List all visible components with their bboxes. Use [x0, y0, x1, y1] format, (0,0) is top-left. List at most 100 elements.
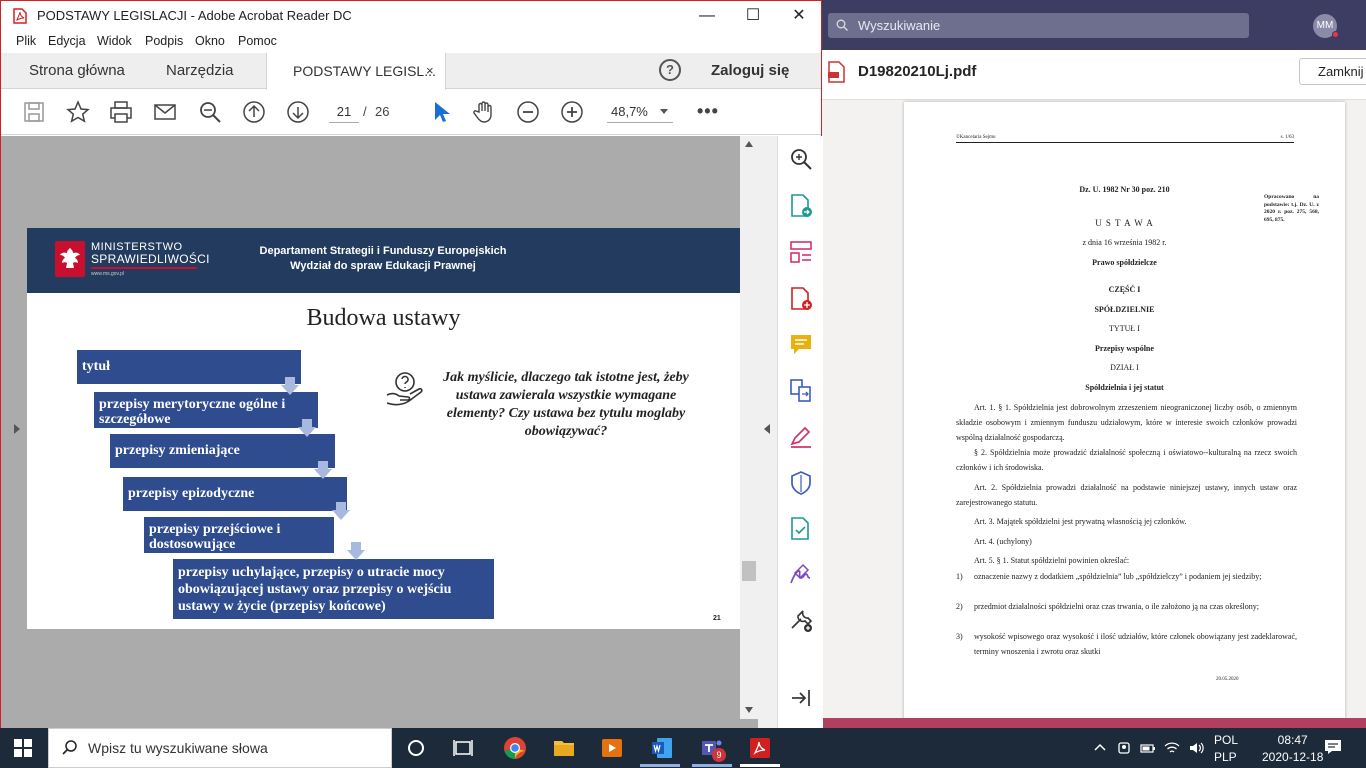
- print-icon[interactable]: [109, 100, 133, 124]
- select-cursor-icon[interactable]: [429, 100, 453, 124]
- tab-tools[interactable]: Narzędzia: [166, 53, 234, 89]
- pdf-art5: Art. 5. § 1. Statut spółdzielni powinien…: [974, 556, 1130, 565]
- menu-edycja[interactable]: Edycja: [48, 34, 86, 48]
- search-icon: [836, 19, 848, 31]
- windows-start-icon[interactable]: [14, 739, 32, 757]
- pdf-dzial-name: Spółdzielnia i jej statut: [1085, 383, 1164, 392]
- tab-home[interactable]: Strona główna: [29, 53, 125, 89]
- teams-window: Wyszukiwanie MM D19820210Lj.pdf Zamknij …: [822, 0, 1366, 728]
- pdf-ustawa: U S T A W A: [1095, 218, 1154, 228]
- zoom-out-icon[interactable]: [516, 100, 540, 124]
- pdf-item-1: oznaczenie nazwy z dodatkiem „spółdzieln…: [974, 572, 1262, 581]
- teams-search-input[interactable]: Wyszukiwanie: [828, 13, 1249, 38]
- pdf-header-right: s. 1/63: [1280, 135, 1294, 140]
- page-separator: /: [363, 104, 367, 119]
- help-icon[interactable]: ?: [659, 59, 681, 81]
- structure-box-3: przepisy zmieniające: [110, 434, 335, 468]
- task-view-icon[interactable]: [451, 736, 475, 760]
- send-for-review-icon[interactable]: [788, 516, 814, 542]
- page-number-input[interactable]: 21: [329, 101, 359, 123]
- dept-line2: Wydział do spraw Edukacji Prawnej: [290, 260, 476, 272]
- pdf-item-3: wysokość wpisowego oraz wysokość i ilość…: [974, 632, 1297, 656]
- department-text: Departament Strategii i Funduszy Europej…: [233, 244, 533, 274]
- close-file-button[interactable]: Zamknij: [1299, 58, 1366, 85]
- ministry-url: www.ms.gov.pl: [91, 271, 124, 277]
- pdf-part-name: SPÓŁDZIELNIE: [1094, 305, 1155, 314]
- search-zoom-icon[interactable]: [198, 100, 222, 124]
- battery-icon[interactable]: [1140, 740, 1156, 756]
- email-icon[interactable]: [153, 100, 177, 124]
- fill-sign-icon[interactable]: [788, 424, 814, 450]
- more-tools-icon[interactable]: [788, 608, 814, 634]
- pdf-footer-date: 20.05.2020: [1216, 677, 1239, 682]
- export-pdf-icon[interactable]: [788, 193, 814, 219]
- protect-icon[interactable]: [788, 470, 814, 496]
- tab-close-icon[interactable]: ×: [426, 63, 434, 78]
- acrobat-taskbar-icon[interactable]: [748, 736, 772, 760]
- menu-plik[interactable]: Plik: [16, 34, 36, 48]
- arrow-down-icon: [281, 385, 299, 395]
- tab-document[interactable]: PODSTAWY LEGISL...: [266, 53, 446, 90]
- hand-tool-icon[interactable]: [472, 100, 496, 124]
- collapse-panel-icon[interactable]: [788, 685, 814, 711]
- close-button[interactable]: ✕: [776, 1, 822, 31]
- page-down-icon[interactable]: [286, 100, 310, 124]
- bookmark-star-icon[interactable]: [66, 100, 90, 124]
- page-up-icon[interactable]: [242, 100, 266, 124]
- combine-files-icon[interactable]: [788, 378, 814, 404]
- arrow-stem: [318, 461, 328, 469]
- more-options-icon[interactable]: •••: [697, 101, 719, 122]
- scroll-up-icon[interactable]: [745, 141, 753, 147]
- pdf-law-title: Prawo spółdzielcze: [1092, 258, 1157, 267]
- chevron-down-icon[interactable]: [660, 109, 668, 114]
- file-explorer-icon[interactable]: [552, 736, 576, 760]
- maximize-button[interactable]: ☐: [730, 1, 776, 31]
- cortana-icon[interactable]: [404, 736, 428, 760]
- arrow-down-icon: [298, 427, 316, 437]
- teams-badge: 9: [712, 748, 726, 762]
- arrow-stem: [336, 502, 346, 510]
- scroll-thumb[interactable]: [742, 561, 756, 581]
- chrome-icon[interactable]: [503, 736, 527, 760]
- organize-pages-icon[interactable]: [788, 239, 814, 265]
- media-player-icon[interactable]: [600, 736, 624, 760]
- zoom-in-icon[interactable]: [560, 100, 584, 124]
- pdf-date: z dnia 16 września 1982 r.: [1082, 238, 1167, 247]
- save-icon[interactable]: [22, 100, 46, 124]
- create-pdf-icon[interactable]: [788, 286, 814, 312]
- slide-number: 21: [713, 615, 721, 622]
- wifi-icon[interactable]: [1164, 740, 1180, 756]
- slide-question: Jak myślicie, dlaczego tak istotne jest,…: [443, 370, 689, 439]
- collapse-right-icon[interactable]: [764, 424, 770, 434]
- sign-icon[interactable]: [788, 562, 814, 588]
- vertical-scrollbar[interactable]: [740, 136, 758, 719]
- background-strip: [822, 718, 1366, 728]
- menu-widok[interactable]: Widok: [97, 34, 132, 48]
- page-total: 26: [375, 104, 390, 119]
- structure-box-6: przepisy uchylające, przepisy o utracie …: [173, 559, 494, 619]
- pdf-tytul-name: Przepisy wspólne: [1095, 344, 1154, 353]
- menu-podpis[interactable]: Podpis: [145, 34, 183, 48]
- menu-okno[interactable]: Okno: [195, 34, 225, 48]
- find-zoom-icon[interactable]: [788, 146, 814, 172]
- comment-icon[interactable]: [788, 332, 814, 358]
- chevron-up-icon[interactable]: [1092, 740, 1108, 756]
- login-button[interactable]: Zaloguj się: [711, 62, 789, 79]
- notification-icon[interactable]: [1324, 739, 1342, 755]
- language-indicator[interactable]: POL PLP: [1214, 732, 1238, 766]
- arrow-stem: [285, 377, 295, 385]
- expand-left-icon[interactable]: [14, 424, 20, 434]
- arrow-down-icon: [332, 510, 350, 520]
- menu-pomoc[interactable]: Pomoc: [238, 34, 277, 48]
- eagle-emblem-icon: [55, 241, 85, 277]
- horizontal-gutter: [27, 709, 740, 721]
- meet-now-icon[interactable]: [1116, 740, 1132, 756]
- arrow-down-icon: [347, 550, 365, 560]
- word-icon[interactable]: [650, 736, 674, 760]
- volume-icon[interactable]: [1188, 740, 1204, 756]
- scroll-down-icon[interactable]: [745, 707, 753, 713]
- pdf-art2: Art. 2. Spółdzielnia prowadzi działalnoś…: [956, 483, 1297, 507]
- minimize-button[interactable]: —: [684, 1, 730, 31]
- clock[interactable]: 08:47 2020-12-18: [1262, 732, 1323, 766]
- status-dot: [1332, 31, 1339, 38]
